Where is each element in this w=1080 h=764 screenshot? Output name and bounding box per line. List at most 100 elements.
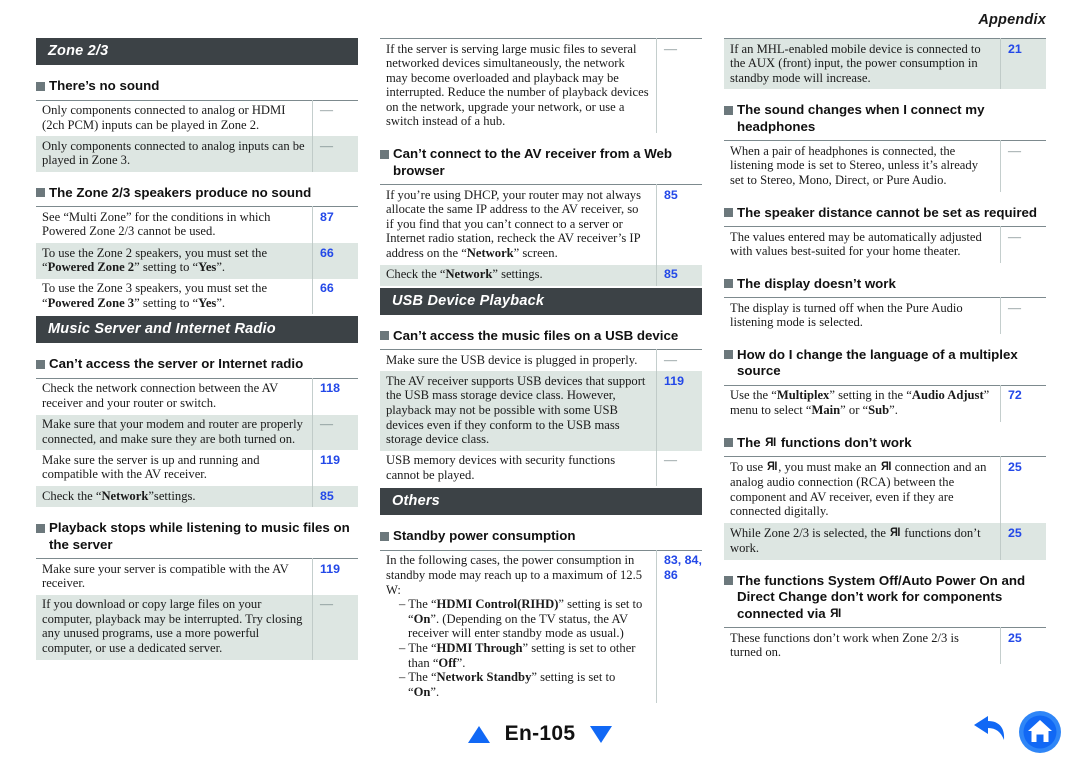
row-page-link[interactable]: 85 (312, 486, 358, 508)
row-description: If you download or copy large files on y… (36, 594, 313, 660)
square-bullet-icon (724, 279, 733, 289)
page-footer: En-105 (0, 722, 1080, 746)
question-heading: How do I change the language of a multip… (724, 347, 1046, 380)
section-header: Others (380, 488, 702, 516)
triangle-up-icon[interactable] (467, 725, 490, 743)
row-description: If you’re using DHCP, your router may no… (386, 187, 641, 260)
table-row: Make sure that your modem and router are… (36, 414, 358, 451)
row-page-link[interactable]: 66 (312, 278, 358, 315)
column-3: If an MHL-enabled mobile device is conne… (724, 38, 1046, 705)
table-row: In the following cases, the power consum… (380, 550, 702, 704)
row-description: Check the “Network”settings. (36, 486, 313, 508)
table-row: Check the network connection between the… (36, 378, 358, 415)
table-row: If you’re using DHCP, your router may no… (380, 184, 702, 265)
row-page-dash: — (1000, 297, 1046, 334)
row-page-dash: — (1000, 226, 1046, 263)
table-row: Make sure the USB device is plugged in p… (380, 349, 702, 372)
row-description: The values entered may be automatically … (730, 229, 982, 259)
column-1: Zone 2/3 There’s no sound Only components … (36, 38, 358, 705)
troubleshooting-table: In the following cases, the power consum… (380, 549, 702, 704)
row-page-link[interactable]: 66 (312, 243, 358, 279)
row-description: Check the “Network” settings. (380, 264, 657, 286)
row-description: To use RI, you must make an RI connectio… (730, 459, 987, 519)
question-heading-label: Standby power consumption (393, 528, 576, 544)
table-row: While Zone 2/3 is selected, the RI funct… (724, 523, 1046, 560)
row-page-dash: — (656, 450, 702, 487)
square-bullet-icon (36, 359, 45, 369)
troubleshooting-table: Make sure your server is compatible with… (36, 558, 358, 660)
row-description: Make sure the USB device is plugged in p… (386, 352, 638, 367)
question-heading: Can’t connect to the AV receiver from a … (380, 146, 702, 179)
row-page-dash: — (312, 414, 358, 451)
back-arrow-icon[interactable] (970, 715, 1008, 749)
section-header: Music Server and Internet Radio (36, 316, 358, 344)
row-page-link[interactable]: 85 (656, 264, 702, 286)
navigation-buttons (970, 710, 1062, 754)
section-header: USB Device Playback (380, 287, 702, 315)
table-row: Check the “Network”settings. 85 (36, 486, 358, 508)
table-row: The values entered may be automatically … (724, 226, 1046, 263)
row-description: In the following cases, the power consum… (386, 553, 643, 699)
row-page-link[interactable]: 118 (312, 378, 358, 415)
row-page-link[interactable]: 25 (1000, 523, 1046, 560)
row-description: Make sure the server is up and running a… (42, 452, 260, 482)
question-heading: The speaker distance cannot be set as re… (724, 205, 1046, 222)
table-row: USB memory devices with security functio… (380, 450, 702, 487)
row-page-link[interactable]: 85 (656, 184, 702, 265)
table-row: Check the “Network” settings. 85 (380, 264, 702, 286)
troubleshooting-table: If the server is serving large music fil… (380, 38, 702, 134)
square-bullet-icon (36, 81, 45, 91)
triangle-down-icon[interactable] (590, 725, 613, 743)
question-heading: The functions System Off/Auto Power On a… (724, 573, 1046, 623)
row-page-link[interactable]: 87 (312, 206, 358, 244)
row-description: The display is turned off when the Pure … (730, 300, 963, 330)
row-page-link[interactable]: 25 (1000, 627, 1046, 664)
table-row: The display is turned off when the Pure … (724, 297, 1046, 334)
question-heading-label: How do I change the language of a multip… (737, 346, 1018, 379)
row-description: Only components connected to analog or H… (42, 103, 286, 132)
row-description: If the server is serving large music fil… (386, 41, 649, 129)
troubleshooting-table: When a pair of headphones is connected, … (724, 140, 1046, 192)
home-icon[interactable] (1018, 710, 1062, 754)
table-row: To use the Zone 2 speakers, you must set… (36, 243, 358, 279)
square-bullet-icon (36, 188, 45, 198)
row-page-link[interactable]: 83, 84, 86 (656, 550, 702, 704)
row-page-link[interactable]: 72 (1000, 385, 1046, 422)
troubleshooting-table: The display is turned off when the Pure … (724, 297, 1046, 334)
table-row: To use the Zone 3 speakers, you must set… (36, 278, 358, 315)
troubleshooting-table: If an MHL-enabled mobile device is conne… (724, 38, 1046, 90)
row-description: When a pair of headphones is connected, … (730, 143, 978, 187)
question-heading-label: Can’t access the server or Internet radi… (49, 356, 304, 372)
row-page-link[interactable]: 21 (1000, 38, 1046, 90)
troubleshooting-table: Only components connected to analog or H… (36, 99, 358, 172)
row-description: If an MHL-enabled mobile device is conne… (724, 38, 1001, 90)
troubleshooting-table: See “Multi Zone” for the conditions in w… (36, 206, 358, 315)
row-description: To use the Zone 3 speakers, you must set… (42, 281, 268, 310)
troubleshooting-table: If you’re using DHCP, your router may no… (380, 184, 702, 286)
row-page-link[interactable]: 119 (312, 450, 358, 486)
column-2: If the server is serving large music fil… (380, 38, 702, 705)
row-page-dash: — (1000, 140, 1046, 192)
row-page-link[interactable]: 119 (656, 371, 702, 451)
table-row: Make sure the server is up and running a… (36, 450, 358, 486)
square-bullet-icon (36, 523, 45, 533)
question-heading: The Zone 2/3 speakers produce no sound (36, 185, 358, 202)
row-description: USB memory devices with security functio… (386, 453, 616, 482)
question-heading: The sound changes when I connect my head… (724, 102, 1046, 135)
question-heading-label: The Zone 2/3 speakers produce no sound (49, 184, 312, 200)
question-heading: Can’t access the server or Internet radi… (36, 356, 358, 373)
question-heading: Standby power consumption (380, 528, 702, 545)
row-description: See “Multi Zone” for the conditions in w… (42, 209, 271, 239)
row-page-link[interactable]: 119 (312, 558, 358, 595)
table-row: If the server is serving large music fil… (380, 38, 702, 134)
question-heading-label: There’s no sound (49, 78, 160, 93)
square-bullet-icon (724, 208, 733, 218)
question-heading: Can’t access the music files on a USB de… (380, 328, 702, 345)
page-number: En-105 (504, 722, 576, 745)
row-page-link[interactable]: 25 (1000, 456, 1046, 523)
table-row: Make sure your server is compatible with… (36, 558, 358, 595)
square-bullet-icon (380, 149, 389, 159)
question-heading-label: The display doesn’t work (737, 275, 896, 291)
question-heading-label: The sound changes when I connect my head… (737, 102, 985, 134)
question-heading: The display doesn’t work (724, 276, 1046, 293)
